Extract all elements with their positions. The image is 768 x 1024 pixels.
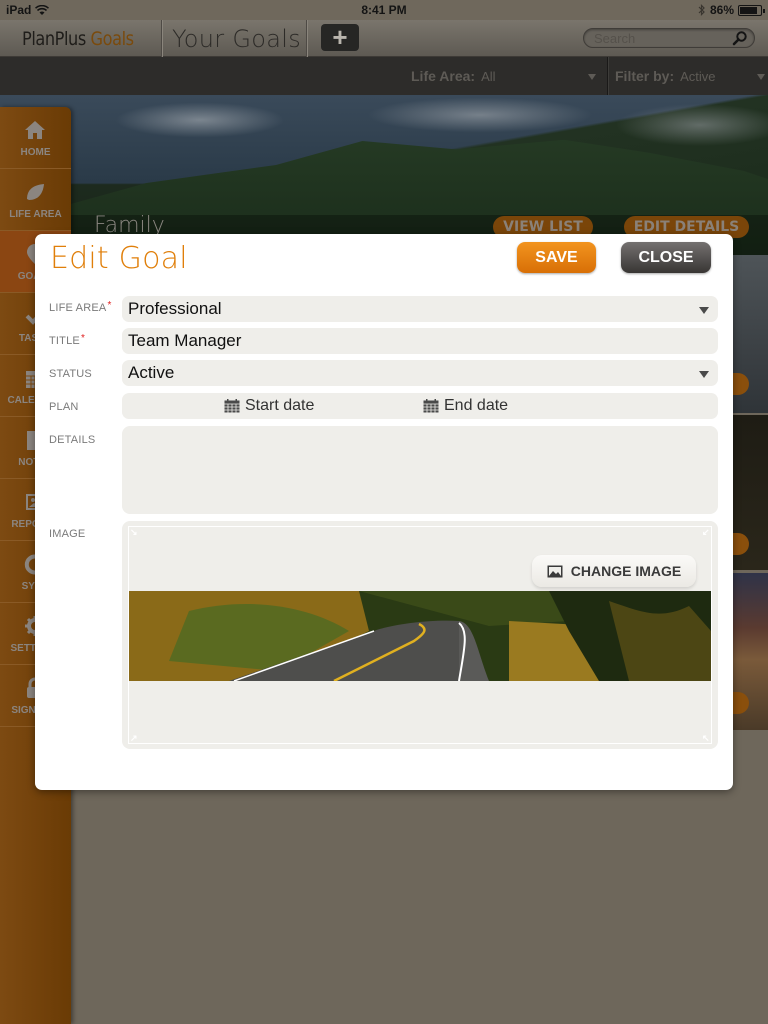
brand-logo: PlanPlus Goals <box>22 28 134 50</box>
resize-handle-icon[interactable]: ↖ <box>702 734 710 743</box>
life-area-label: LIFE AREA* <box>49 300 112 314</box>
clock: 8:41 PM <box>361 3 407 17</box>
sidebar-item-home[interactable]: HOME <box>0 107 71 169</box>
label-text: LIFE AREA <box>49 302 107 314</box>
life-area-select[interactable]: Professional <box>122 296 718 322</box>
title-value: Team Manager <box>128 331 242 350</box>
end-date-label: End date <box>444 397 509 414</box>
image-frame: ↘ ↙ ↗ ↖ CHANGE IMAGE <box>128 526 712 744</box>
dialog-title: Edit Goal <box>50 241 188 276</box>
leaf-icon <box>27 184 44 200</box>
add-goal-button[interactable]: + <box>321 24 359 51</box>
start-date-label: Start date <box>245 397 315 414</box>
plan-dates: Start date End date <box>122 393 718 419</box>
app-header: PlanPlus Goals Your Goals + <box>0 20 768 57</box>
title-label: TITLE* <box>49 333 86 347</box>
brand-primary: PlanPlus <box>22 28 86 50</box>
save-button[interactable]: SAVE <box>517 242 596 273</box>
details-label: DETAILS <box>49 434 96 446</box>
home-icon <box>25 121 45 139</box>
start-date-button[interactable]: Start date <box>224 393 314 419</box>
header-divider <box>161 20 162 57</box>
required-marker: * <box>107 300 112 311</box>
sidebar-item-life-area[interactable]: LIFE AREA <box>0 169 71 231</box>
picture-icon <box>547 565 563 577</box>
calendar-icon <box>224 399 240 413</box>
page-title: Your Goals <box>172 25 302 53</box>
search-box[interactable] <box>583 28 755 48</box>
filter-by-label: Filter by: <box>615 68 675 84</box>
chevron-down-icon <box>699 371 709 378</box>
status-select[interactable]: Active <box>122 360 718 386</box>
goal-tiles-strip <box>733 255 768 730</box>
life-area-banner: Family VIEW LIST EDIT DETAILS <box>0 95 768 255</box>
details-textarea[interactable] <box>122 426 718 514</box>
life-area-filter-value: All <box>481 69 496 84</box>
required-marker: * <box>80 333 86 344</box>
title-input[interactable]: Team Manager <box>122 328 718 354</box>
filter-by-value: Active <box>680 69 716 84</box>
filter-bar: Life Area: All Filter by: Active <box>0 57 768 95</box>
status-bar: iPad 8:41 PM 86% <box>0 0 768 20</box>
image-container: ↘ ↙ ↗ ↖ CHANGE IMAGE <box>122 521 718 749</box>
header-divider <box>306 20 307 57</box>
life-area-value: Professional <box>128 299 222 318</box>
change-image-button[interactable]: CHANGE IMAGE <box>532 555 696 587</box>
plus-icon: + <box>332 22 348 52</box>
resize-handle-icon[interactable]: ↘ <box>130 528 138 537</box>
goal-image <box>129 591 711 681</box>
change-image-label: CHANGE IMAGE <box>570 563 682 579</box>
filter-by-filter[interactable]: Filter by: Active <box>615 68 716 84</box>
plan-label: PLAN <box>49 401 79 413</box>
search-icon[interactable] <box>732 30 748 46</box>
edit-goal-dialog: Edit Goal SAVE CLOSE LIFE AREA* Professi… <box>35 234 733 790</box>
battery-percent: 86% <box>709 3 734 17</box>
brand-accent: Goals <box>90 28 134 50</box>
life-area-filter-label: Life Area: <box>411 68 476 84</box>
life-area-filter[interactable]: Life Area: All <box>411 68 496 84</box>
sidebar-item-label: HOME <box>20 147 51 158</box>
search-input[interactable] <box>584 29 724 47</box>
battery-icon <box>738 4 765 16</box>
chevron-down-icon[interactable] <box>757 74 765 80</box>
end-date-button[interactable]: End date <box>423 393 508 419</box>
bluetooth-icon <box>698 4 705 16</box>
resize-handle-icon[interactable]: ↗ <box>130 734 138 743</box>
resize-handle-icon[interactable]: ↙ <box>702 528 710 537</box>
close-button[interactable]: CLOSE <box>621 242 711 273</box>
calendar-icon <box>423 399 439 413</box>
sidebar-item-label: LIFE AREA <box>9 209 62 220</box>
chevron-down-icon <box>699 307 709 314</box>
status-value: Active <box>128 363 175 382</box>
filter-divider <box>607 57 608 95</box>
image-label: IMAGE <box>49 528 86 540</box>
label-text: TITLE <box>49 335 80 347</box>
status-label: STATUS <box>49 368 92 380</box>
chevron-down-icon[interactable] <box>588 74 596 80</box>
